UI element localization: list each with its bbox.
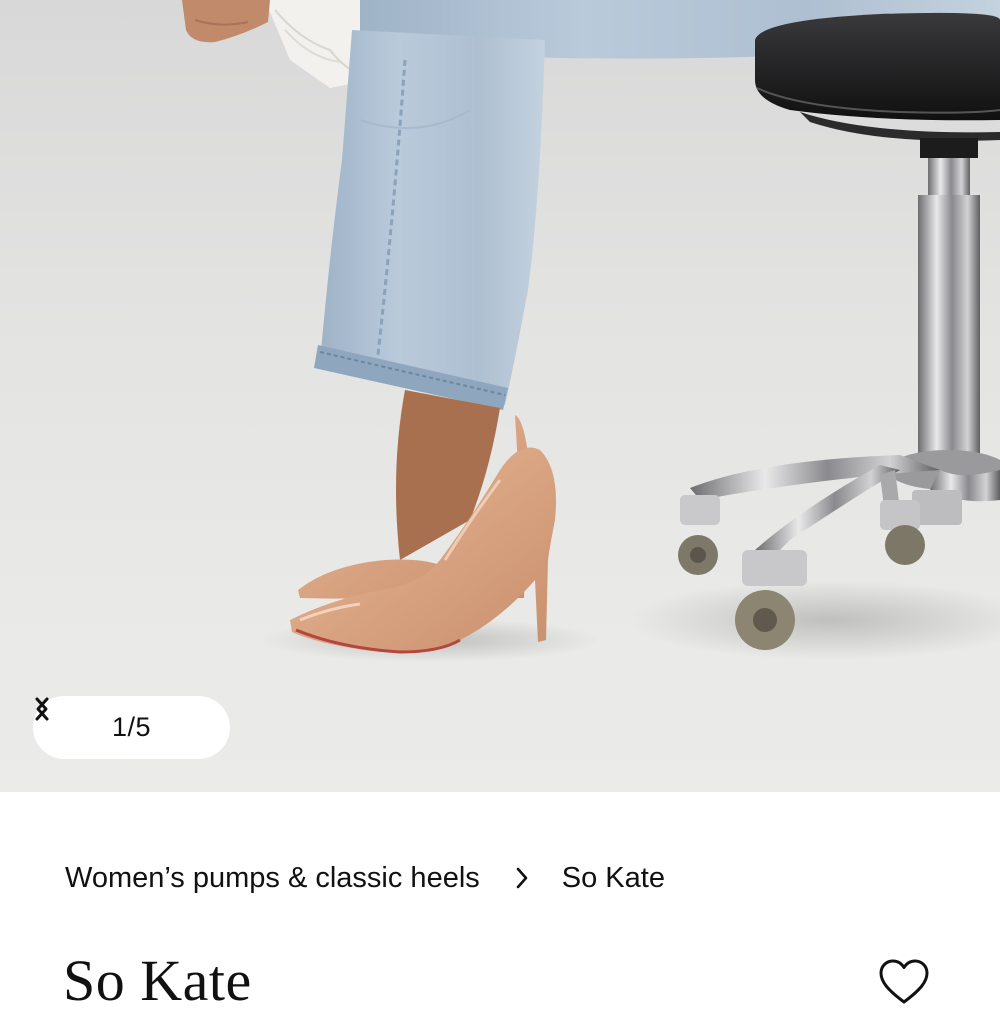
- breadcrumb-category-link[interactable]: Women’s pumps & classic heels: [65, 862, 480, 895]
- image-counter: 1/5: [111, 712, 152, 742]
- product-photo: [182, 0, 1000, 662]
- previous-image-button[interactable]: [36, 697, 79, 740]
- breadcrumb: Women’s pumps & classic heels So Kate: [65, 858, 665, 898]
- heart-outline-icon: [879, 959, 929, 1004]
- product-image-gallery[interactable]: 1/5: [0, 0, 1000, 792]
- image-pager: 1/5: [33, 696, 230, 759]
- chevron-right-icon: [516, 867, 528, 889]
- breadcrumb-separator: [514, 866, 530, 890]
- add-to-wishlist-button[interactable]: [878, 958, 930, 1006]
- chevron-right-icon: [35, 697, 48, 721]
- next-image-button[interactable]: [35, 697, 208, 740]
- product-title: So Kate: [63, 948, 252, 1013]
- breadcrumb-current: So Kate: [561, 861, 665, 894]
